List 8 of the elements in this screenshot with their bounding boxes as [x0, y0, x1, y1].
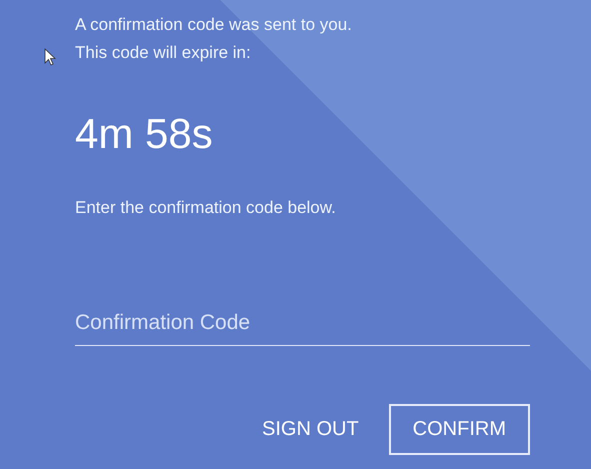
instruction-text: Enter the confirmation code below. [75, 198, 337, 218]
message-text: This code will expire in: [75, 42, 252, 64]
confirmation-code-field[interactable]: Confirmation Code [75, 311, 530, 346]
pointer-icon [44, 48, 56, 66]
message-text: A confirmation code was sent to you. [75, 14, 353, 36]
confirm-button[interactable]: CONFIRM [388, 404, 530, 455]
countdown-timer: 4m 58s [75, 110, 214, 158]
sign-out-button[interactable]: SIGN OUT [254, 404, 367, 455]
